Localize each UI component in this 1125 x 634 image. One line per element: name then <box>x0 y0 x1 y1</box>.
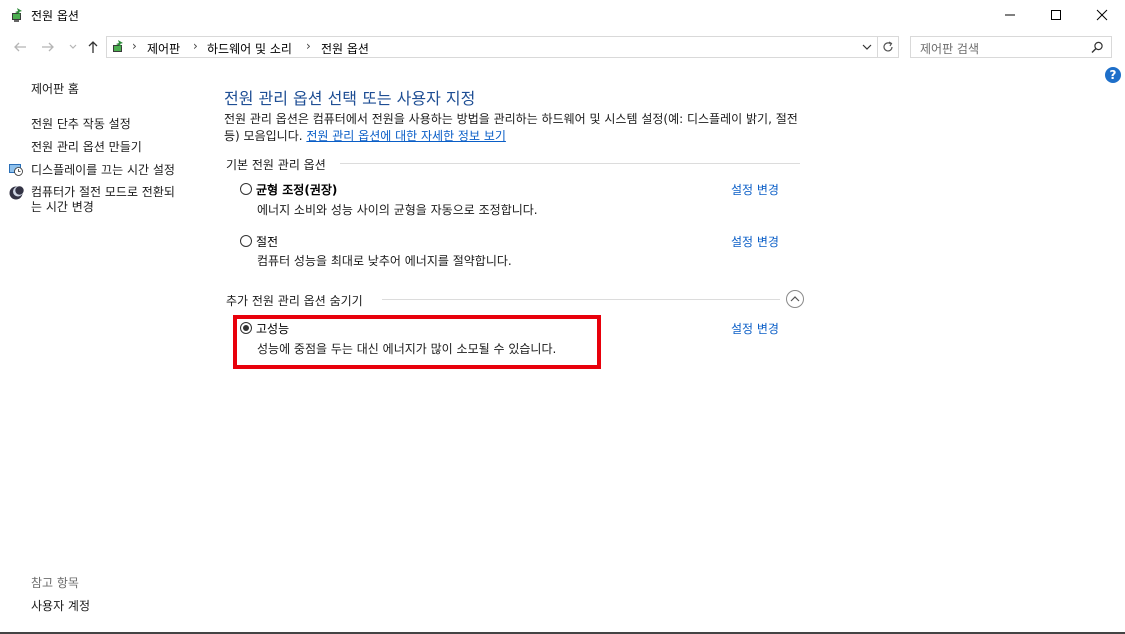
forward-arrow-icon <box>42 42 54 52</box>
sidebar-item-power-buttons[interactable]: 전원 단추 작동 설정 <box>31 115 131 132</box>
group-divider <box>340 163 800 164</box>
preferred-plans-heading: 기본 전원 관리 옵션 <box>226 158 326 172</box>
close-icon <box>1096 9 1108 21</box>
sidebar-item-label: 컴퓨터가 절전 모드로 전환되 <box>31 185 175 199</box>
sleep-moon-icon <box>9 186 24 200</box>
back-arrow-icon <box>14 42 26 52</box>
sidebar-item-create-plan[interactable]: 전원 관리 옵션 만들기 <box>31 138 142 155</box>
sidebar-home-link[interactable]: 제어판 홈 <box>31 80 79 97</box>
divider <box>877 37 878 57</box>
see-also-user-accounts[interactable]: 사용자 계정 <box>31 597 90 614</box>
page-title: 전원 관리 옵션 선택 또는 사용자 지정 <box>224 89 476 108</box>
search-placeholder: 제어판 검색 <box>920 42 980 56</box>
collapse-button[interactable] <box>786 290 804 308</box>
maximize-icon <box>1051 10 1061 20</box>
plan-name-balanced[interactable]: 균형 조정(권장) <box>256 181 337 198</box>
up-button[interactable] <box>83 37 103 57</box>
change-settings-link-high-performance[interactable]: 설정 변경 <box>731 320 779 337</box>
help-icon[interactable]: ? <box>1105 67 1121 83</box>
plan-radio-balanced[interactable] <box>240 183 252 195</box>
page-description: 전원 관리 옵션은 컴퓨터에서 전원을 사용하는 방법을 관리하는 하드웨어 및… <box>224 111 804 145</box>
up-arrow-icon <box>88 41 98 53</box>
more-info-link[interactable]: 전원 관리 옵션에 대한 자세한 정보 보기 <box>306 129 506 143</box>
control-panel-icon <box>113 40 123 52</box>
change-settings-link-balanced[interactable]: 설정 변경 <box>731 181 779 198</box>
forward-button[interactable] <box>38 37 58 57</box>
back-button[interactable] <box>10 37 30 57</box>
search-icon[interactable] <box>1091 41 1104 54</box>
maximize-button[interactable] <box>1033 0 1079 30</box>
plan-desc-balanced: 에너지 소비와 성능 사이의 균형을 자동으로 조정합니다. <box>257 203 538 217</box>
group-divider <box>382 299 780 300</box>
window-title: 전원 옵션 <box>31 9 79 23</box>
minimize-icon <box>1005 14 1015 16</box>
breadcrumb-separator: › <box>193 39 198 53</box>
see-also-heading: 참고 항목 <box>31 576 79 590</box>
breadcrumb-separator: › <box>306 39 311 53</box>
sidebar-item-label: 는 시간 변경 <box>31 200 94 214</box>
sidebar-item-sleep-time[interactable]: 컴퓨터가 절전 모드로 전환되 는 시간 변경 <box>31 185 175 215</box>
sidebar-item-display-off[interactable]: 디스플레이를 끄는 시간 설정 <box>31 161 175 178</box>
address-bar[interactable]: › 제어판 › 하드웨어 및 소리 › 전원 옵션 <box>106 36 899 58</box>
title-bar: 전원 옵션 <box>0 0 1125 30</box>
change-settings-link-power-saver[interactable]: 설정 변경 <box>731 233 779 250</box>
chevron-down-icon <box>69 44 77 49</box>
breadcrumb-item[interactable]: 제어판 <box>147 40 180 57</box>
power-options-icon <box>12 8 22 22</box>
additional-plans-heading[interactable]: 추가 전원 관리 옵션 숨기기 <box>226 292 363 309</box>
chevron-up-icon <box>790 296 800 302</box>
breadcrumb-item[interactable]: 하드웨어 및 소리 <box>207 40 292 57</box>
breadcrumb-separator: › <box>132 39 137 53</box>
refresh-icon[interactable] <box>881 40 895 54</box>
highlight-box <box>233 315 601 369</box>
recent-locations-button[interactable] <box>63 37 83 57</box>
plan-desc-power-saver: 컴퓨터 성능을 최대로 낮추어 에너지를 절약합니다. <box>257 254 512 268</box>
breadcrumb-item[interactable]: 전원 옵션 <box>321 40 369 57</box>
search-field[interactable]: 제어판 검색 <box>910 36 1112 58</box>
plan-name-power-saver[interactable]: 절전 <box>256 233 278 250</box>
plan-radio-power-saver[interactable] <box>240 235 252 247</box>
minimize-button[interactable] <box>987 0 1033 30</box>
chevron-down-icon[interactable] <box>862 42 872 52</box>
display-clock-icon <box>9 164 23 176</box>
close-button[interactable] <box>1079 0 1125 30</box>
